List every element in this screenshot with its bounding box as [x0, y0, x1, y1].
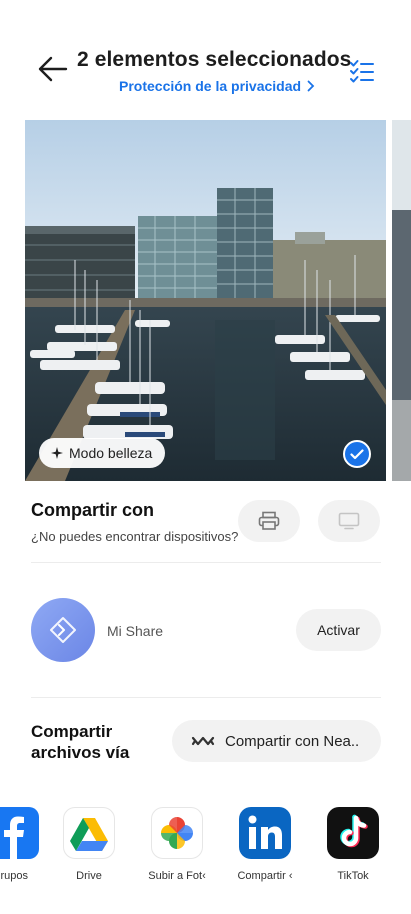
selection-checkmark[interactable]: [343, 440, 371, 468]
tiktok-icon: [327, 807, 379, 859]
linkedin-glyph: [248, 815, 282, 849]
nearby-share-label: Compartir con Nea..: [225, 732, 360, 750]
top-bar: 2 elementos seleccionados Protección de …: [0, 40, 411, 100]
facebook-icon: [0, 807, 39, 859]
arrow-left-icon[interactable]: [38, 56, 68, 82]
app-google-photos[interactable]: Subir a Fot‹: [137, 807, 217, 882]
privacy-link-label: Protección de la privacidad: [119, 78, 302, 94]
share-with-heading: Compartir con: [31, 500, 155, 520]
app-label: Compartir ‹: [237, 870, 293, 882]
nearby-share-icon: [191, 736, 215, 746]
beauty-mode-label: Modo belleza: [69, 445, 153, 461]
app-label: Drive: [76, 870, 102, 882]
tv-button[interactable]: [318, 500, 380, 542]
share-apps-row: rupos Drive Subir a Fot‹ Compartir ‹ Tik…: [0, 807, 411, 887]
nearby-share-button[interactable]: Compartir con Nea..: [172, 720, 381, 762]
mishare-logo: [31, 598, 95, 662]
beauty-mode-button[interactable]: Modo belleza: [39, 438, 166, 468]
next-photo-image: [392, 120, 411, 481]
app-linkedin[interactable]: Compartir ‹: [225, 807, 305, 882]
app-label: TikTok: [337, 870, 369, 882]
mishare-label: Mi Share: [107, 623, 164, 639]
share-via-line1: Compartir: [31, 722, 113, 741]
divider: [31, 697, 381, 698]
app-label: Subir a Fot‹: [148, 870, 206, 882]
divider: [31, 562, 381, 563]
drive-glyph: [70, 818, 108, 851]
chevron-right-icon: [307, 80, 315, 92]
page-title: 2 elementos seleccionados: [77, 48, 352, 71]
tv-icon: [338, 512, 360, 530]
printer-button[interactable]: [238, 500, 300, 542]
sparkle-icon: [51, 447, 63, 459]
share-via-line2: archivos vía: [31, 743, 130, 762]
app-label: rupos: [0, 870, 28, 882]
checklist-icon[interactable]: [349, 58, 375, 84]
printer-icon: [258, 511, 280, 530]
google-photos-icon: [151, 807, 203, 859]
facebook-glyph: [4, 816, 24, 859]
check-icon: [350, 448, 364, 459]
selected-photo[interactable]: Modo belleza: [25, 120, 386, 481]
tiktok-glyph: [340, 814, 368, 848]
google-drive-icon: [63, 807, 115, 859]
share-via-heading: Compartir archivos vía: [31, 721, 129, 763]
privacy-link[interactable]: Protección de la privacidad: [119, 78, 315, 94]
share-with-section: Compartir con ¿No puedes encontrar dispo…: [31, 500, 238, 544]
harbor-photo: [25, 120, 386, 481]
photos-glyph: [161, 817, 193, 849]
next-photo-preview[interactable]: [392, 120, 411, 481]
app-tiktok[interactable]: TikTok: [313, 807, 393, 882]
cant-find-devices-text[interactable]: ¿No puedes encontrar dispositivos?: [31, 529, 238, 544]
app-drive[interactable]: Drive: [49, 807, 129, 882]
mishare-icon: [50, 617, 76, 643]
app-facebook-groups[interactable]: rupos: [0, 807, 53, 882]
activate-button[interactable]: Activar: [296, 609, 381, 651]
linkedin-icon: [239, 807, 291, 859]
